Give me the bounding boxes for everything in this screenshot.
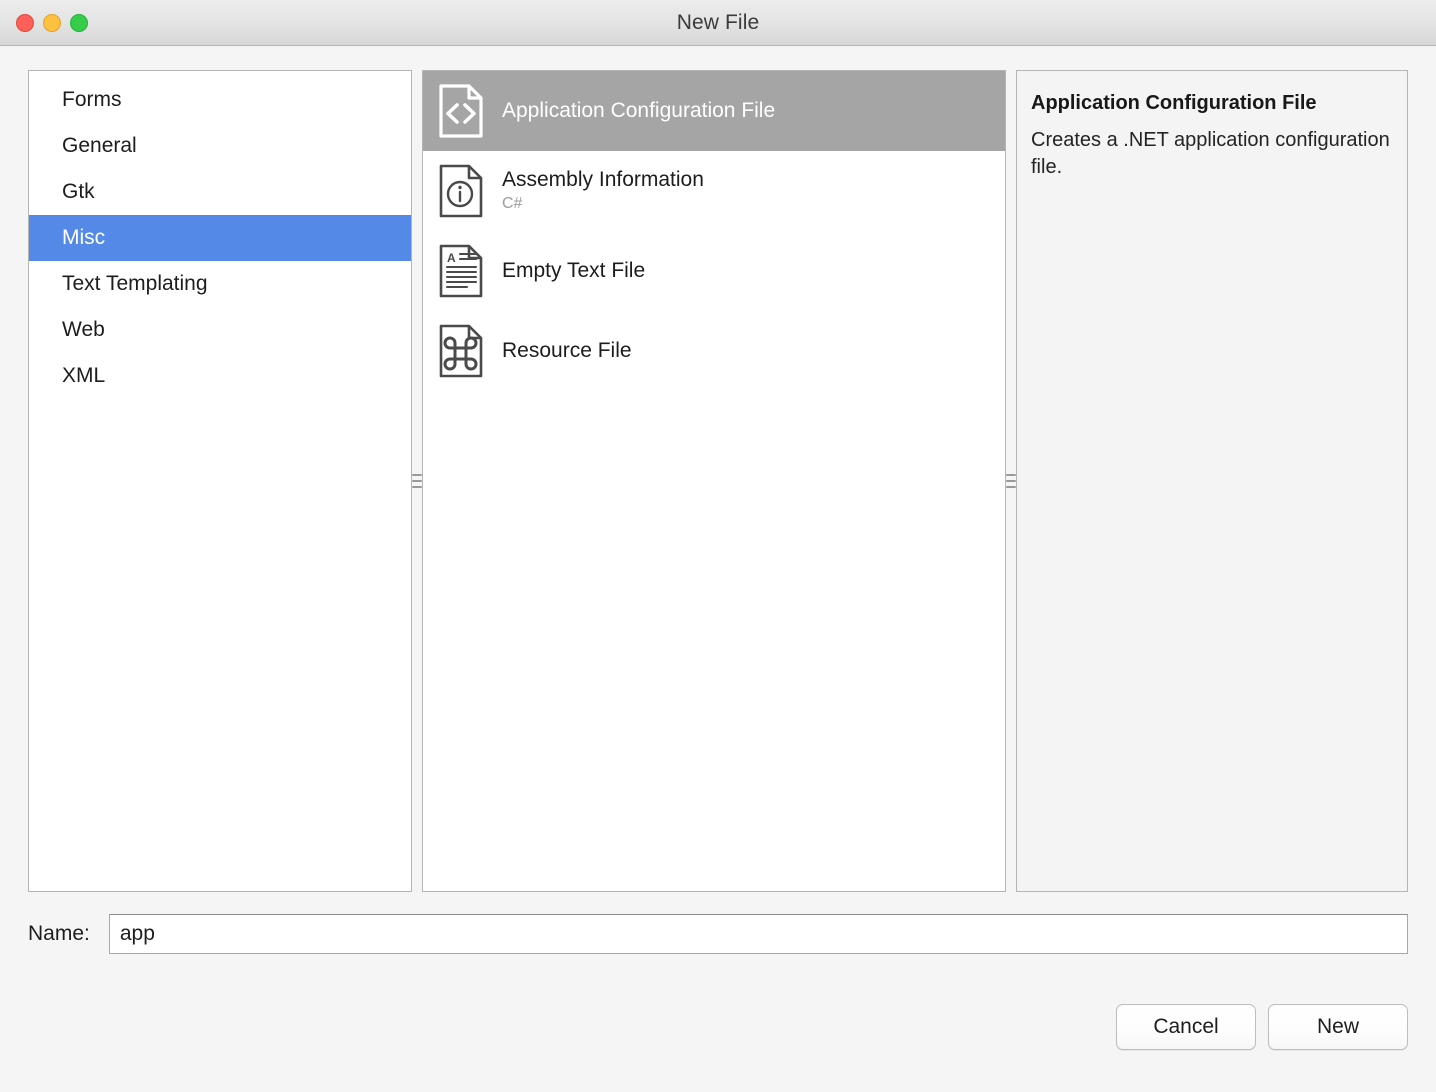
category-item-xml[interactable]: XML	[29, 353, 411, 399]
close-button[interactable]	[16, 14, 34, 32]
category-label: General	[62, 134, 137, 157]
category-item-text-templating[interactable]: Text Templating	[29, 261, 411, 307]
template-text: Resource File	[502, 339, 632, 363]
template-item-application-configuration-file[interactable]: Application Configuration File	[423, 71, 1005, 151]
category-label: XML	[62, 364, 106, 387]
category-list[interactable]: Forms General Gtk Misc Text Templating W…	[29, 71, 411, 399]
dialog-content: Forms General Gtk Misc Text Templating W…	[0, 46, 1436, 1092]
name-input[interactable]	[108, 914, 1408, 954]
details-description: Creates a .NET application configuration…	[1031, 129, 1390, 178]
cancel-button[interactable]: Cancel	[1116, 1004, 1256, 1050]
dialog-footer: Cancel New	[1116, 1004, 1408, 1050]
code-file-icon	[436, 82, 486, 140]
splitter-right[interactable]	[1006, 70, 1016, 892]
name-row: Name:	[28, 914, 1408, 954]
name-label: Name:	[28, 922, 90, 945]
template-text: Application Configuration File	[502, 99, 775, 123]
category-label: Text Templating	[62, 272, 208, 295]
template-title: Application Configuration File	[502, 98, 776, 122]
splitter-grip-icon	[412, 469, 422, 493]
template-pane: Application Configuration File Assembly …	[422, 70, 1006, 892]
new-button[interactable]: New	[1268, 1004, 1408, 1050]
template-title: Resource File	[502, 338, 632, 362]
window-controls	[16, 0, 88, 46]
template-text: Assembly Information C#	[502, 168, 704, 215]
text-file-icon: A	[436, 242, 486, 300]
category-label: Forms	[62, 88, 122, 111]
template-list[interactable]: Application Configuration File Assembly …	[423, 71, 1005, 391]
category-item-gtk[interactable]: Gtk	[29, 169, 411, 215]
template-subtitle: C#	[502, 194, 523, 212]
svg-text:A: A	[447, 251, 456, 265]
new-file-dialog-window: New File Forms General Gtk Misc Text Tem…	[0, 0, 1436, 1092]
template-text: Empty Text File	[502, 259, 645, 283]
category-item-web[interactable]: Web	[29, 307, 411, 353]
category-label: Web	[62, 318, 105, 341]
details-content: Application Configuration File Creates a…	[1017, 71, 1407, 181]
template-item-resource-file[interactable]: Resource File	[423, 311, 1005, 391]
zoom-button[interactable]	[70, 14, 88, 32]
category-item-misc[interactable]: Misc	[29, 215, 411, 261]
category-item-general[interactable]: General	[29, 123, 411, 169]
info-file-icon	[436, 162, 486, 220]
template-item-empty-text-file[interactable]: A Empty Text File	[423, 231, 1005, 311]
category-item-forms[interactable]: Forms	[29, 77, 411, 123]
minimize-button[interactable]	[43, 14, 61, 32]
category-label: Misc	[62, 226, 106, 249]
command-file-icon	[436, 322, 486, 380]
title-bar: New File	[0, 0, 1436, 46]
panes-container: Forms General Gtk Misc Text Templating W…	[28, 70, 1408, 892]
splitter-grip-icon	[1006, 469, 1016, 493]
window-title: New File	[676, 10, 760, 34]
splitter-left[interactable]	[412, 70, 422, 892]
details-title: Application Configuration File	[1031, 92, 1317, 114]
template-item-assembly-information[interactable]: Assembly Information C#	[423, 151, 1005, 231]
category-label: Gtk	[62, 180, 95, 203]
template-title: Empty Text File	[502, 258, 646, 282]
category-pane: Forms General Gtk Misc Text Templating W…	[28, 70, 412, 892]
template-title: Assembly Information	[502, 167, 704, 191]
details-pane: Application Configuration File Creates a…	[1016, 70, 1408, 892]
